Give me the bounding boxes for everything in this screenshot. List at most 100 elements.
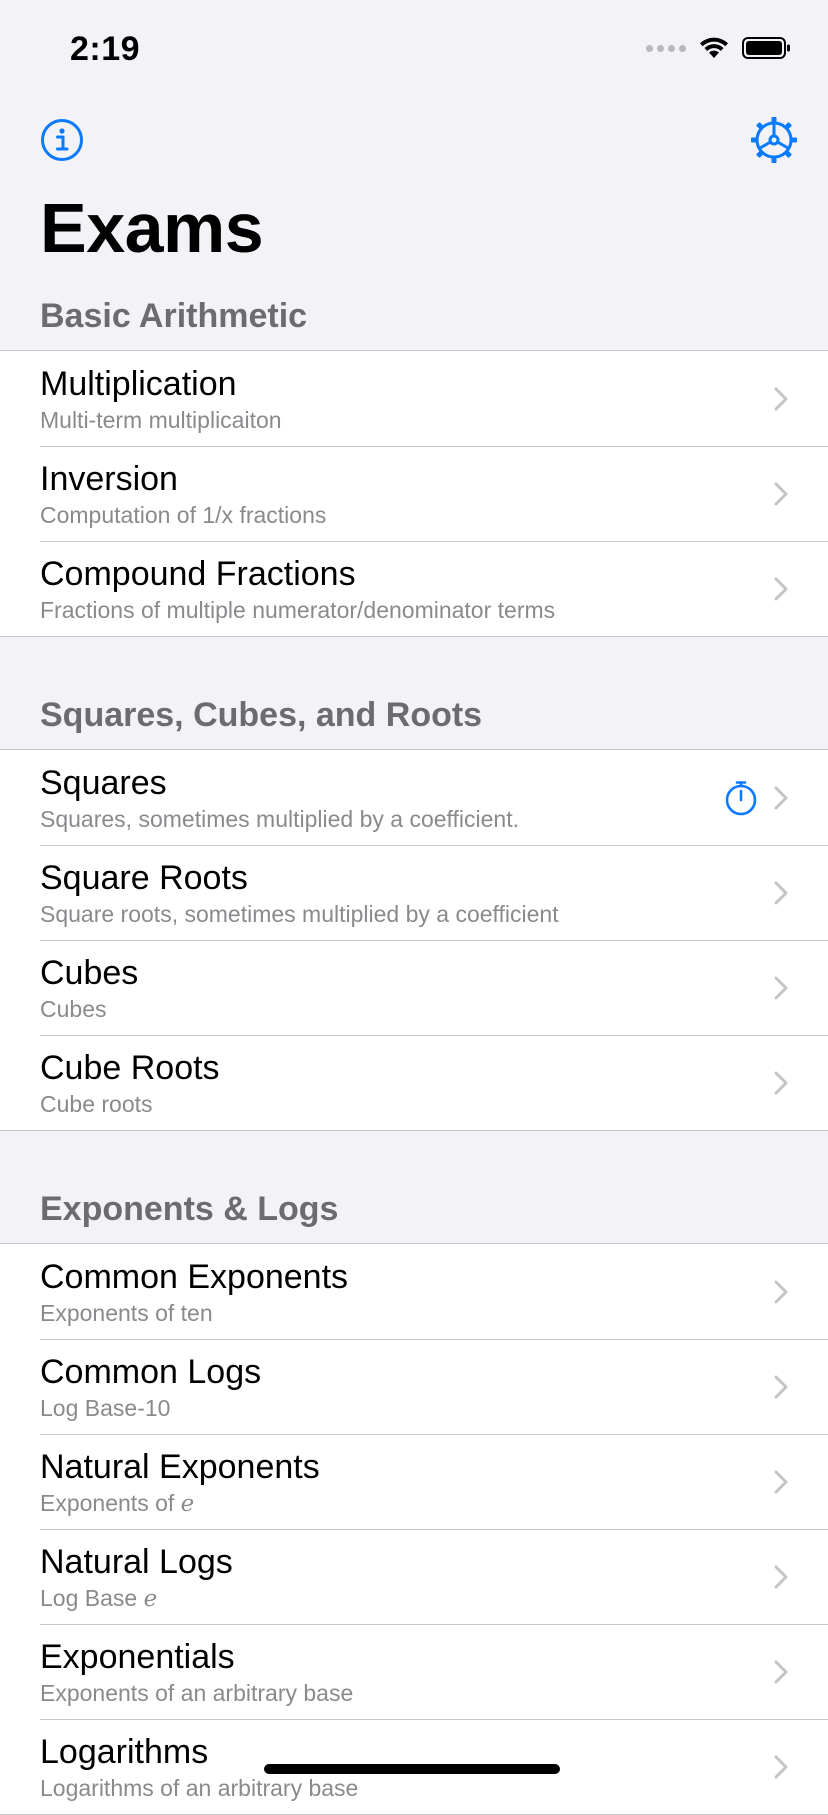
row-subtitle: Logarithms of an arbitrary base: [40, 1773, 708, 1803]
info-icon: [41, 119, 83, 161]
exam-row-compound-fractions[interactable]: Compound Fractions Fractions of multiple …: [0, 541, 828, 636]
chevron-right-icon: [774, 577, 788, 600]
row-title: Cube Roots: [40, 1049, 220, 1087]
row-subtitle-text: Log Base: [40, 1585, 144, 1611]
exam-row-cube-roots[interactable]: Cube Roots Cube roots: [0, 1035, 828, 1130]
row-text: Multiplication Multi-term multiplicaiton: [40, 363, 708, 435]
row-title: Squares: [40, 764, 167, 802]
row-subtitle-text: Exponents of: [40, 1490, 181, 1516]
exam-row-exponentials[interactable]: Exponentials Exponents of an arbitrary ba…: [0, 1624, 828, 1719]
row-subtitle-text: Exponents of an arbitrary base: [40, 1680, 354, 1706]
row-subtitle: Multi-term multiplicaiton: [40, 405, 708, 435]
page-title: Exams: [40, 189, 264, 267]
section-group: Common Exponents Exponents of ten Common L…: [0, 1243, 828, 1815]
row-subtitle-text: Cube roots: [40, 1091, 153, 1117]
wifi-icon: [700, 37, 728, 58]
chevron-right-icon: [774, 1375, 788, 1398]
row-subtitle: Log Base e: [40, 1583, 708, 1614]
chevron-right-icon: [774, 786, 788, 809]
row-title: Exponentials: [40, 1638, 235, 1676]
row-subtitle: Fractions of multiple numerator/denomina…: [40, 595, 708, 625]
row-subtitle: Cubes: [40, 994, 708, 1024]
row-subtitle-text: Logarithms of an arbitrary base: [40, 1775, 359, 1801]
chevron-right-icon: [774, 1755, 788, 1778]
info-button[interactable]: [32, 110, 92, 170]
row-title: Square Roots: [40, 859, 248, 897]
section-group: Squares Squares, sometimes multiplied by …: [0, 749, 828, 1131]
row-subtitle-text: Fractions of multiple numerator/denomina…: [40, 597, 556, 623]
chevron-right-icon: [774, 1280, 788, 1303]
row-subtitle-variable: e: [180, 1491, 195, 1517]
row-text: Common Exponents Exponents of ten: [40, 1256, 708, 1328]
row-text: Natural Exponents Exponents of e: [40, 1446, 708, 1519]
row-subtitle: Squares, sometimes multiplied by a coeff…: [40, 804, 708, 834]
status-icons: [646, 36, 792, 60]
row-title: Common Logs: [40, 1353, 262, 1391]
row-text: Compound Fractions Fractions of multiple …: [40, 553, 708, 625]
row-title: Multiplication: [40, 365, 237, 403]
row-subtitle: Exponents of an arbitrary base: [40, 1678, 708, 1708]
row-text: Squares Squares, sometimes multiplied by …: [40, 762, 708, 834]
chevron-right-icon: [774, 482, 788, 505]
chevron-right-icon: [774, 976, 788, 999]
row-subtitle-text: Exponents of ten: [40, 1300, 213, 1326]
row-subtitle-text: Log Base-10: [40, 1395, 171, 1421]
chevron-right-icon: [774, 1565, 788, 1588]
status-time: 2:19: [70, 30, 141, 68]
row-subtitle: Log Base-10: [40, 1393, 708, 1423]
exam-row-squares[interactable]: Squares Squares, sometimes multiplied by …: [0, 750, 828, 845]
navigation-bar: [0, 100, 828, 180]
exam-row-natural-logs[interactable]: Natural Logs Log Base e: [0, 1529, 828, 1624]
row-title: Compound Fractions: [40, 555, 356, 593]
row-subtitle: Computation of 1/x fractions: [40, 500, 708, 530]
chevron-right-icon: [774, 387, 788, 410]
section-header-squares-cubes-and-roots: Squares, Cubes, and Roots: [40, 696, 483, 734]
row-subtitle-variable: e: [143, 1586, 158, 1612]
row-subtitle: Exponents of ten: [40, 1298, 708, 1328]
gear-icon: [751, 117, 797, 163]
exam-row-common-logs[interactable]: Common Logs Log Base-10: [0, 1339, 828, 1434]
row-title: Cubes: [40, 954, 139, 992]
row-text: Common Logs Log Base-10: [40, 1351, 708, 1423]
row-subtitle-text: Computation of 1/x fractions: [40, 502, 327, 528]
row-subtitle: Cube roots: [40, 1089, 708, 1119]
row-text: Cubes Cubes: [40, 952, 708, 1024]
timer-icon[interactable]: [722, 779, 760, 817]
row-subtitle: Square roots, sometimes multiplied by a …: [40, 899, 708, 929]
row-title: Natural Exponents: [40, 1448, 320, 1486]
row-text: Inversion Computation of 1/x fractions: [40, 458, 708, 530]
battery-icon: [742, 37, 790, 59]
status-bar: 2:19: [0, 0, 828, 100]
home-indicator: [264, 1764, 560, 1774]
section-header-basic-arithmetic: Basic Arithmetic: [40, 297, 308, 335]
row-text: Exponentials Exponents of an arbitrary ba…: [40, 1636, 708, 1708]
exam-row-square-roots[interactable]: Square Roots Square roots, sometimes mult…: [0, 845, 828, 940]
row-title: Inversion: [40, 460, 178, 498]
exam-row-inversion[interactable]: Inversion Computation of 1/x fractions: [0, 446, 828, 541]
section-header-exponents-logs: Exponents & Logs: [40, 1190, 339, 1228]
settings-button[interactable]: [744, 110, 804, 170]
exam-list: Basic Arithmetic Multiplication Multi-term…: [0, 268, 828, 1815]
exam-row-common-exponents[interactable]: Common Exponents Exponents of ten: [0, 1244, 828, 1339]
row-subtitle: Exponents of e: [40, 1488, 708, 1519]
exam-row-natural-exponents[interactable]: Natural Exponents Exponents of e: [0, 1434, 828, 1529]
row-subtitle-text: Multi-term multiplicaiton: [40, 407, 282, 433]
row-text: Square Roots Square roots, sometimes mult…: [40, 857, 708, 929]
chevron-right-icon: [774, 881, 788, 904]
chevron-right-icon: [774, 1470, 788, 1493]
row-text: Cube Roots Cube roots: [40, 1047, 708, 1119]
row-subtitle-text: Squares, sometimes multiplied by a coeff…: [40, 806, 519, 832]
exam-row-cubes[interactable]: Cubes Cubes: [0, 940, 828, 1035]
chevron-right-icon: [774, 1660, 788, 1683]
row-title: Common Exponents: [40, 1258, 349, 1296]
cellular-signal-icon: [646, 44, 686, 52]
section-group: Multiplication Multi-term multiplicaiton I…: [0, 350, 828, 637]
row-subtitle-text: Cubes: [40, 996, 107, 1022]
row-subtitle-text: Square roots, sometimes multiplied by a …: [40, 901, 559, 927]
row-title: Natural Logs: [40, 1543, 233, 1581]
row-text: Natural Logs Log Base e: [40, 1541, 708, 1614]
chevron-right-icon: [774, 1071, 788, 1094]
exam-row-multiplication[interactable]: Multiplication Multi-term multiplicaiton: [0, 351, 828, 446]
